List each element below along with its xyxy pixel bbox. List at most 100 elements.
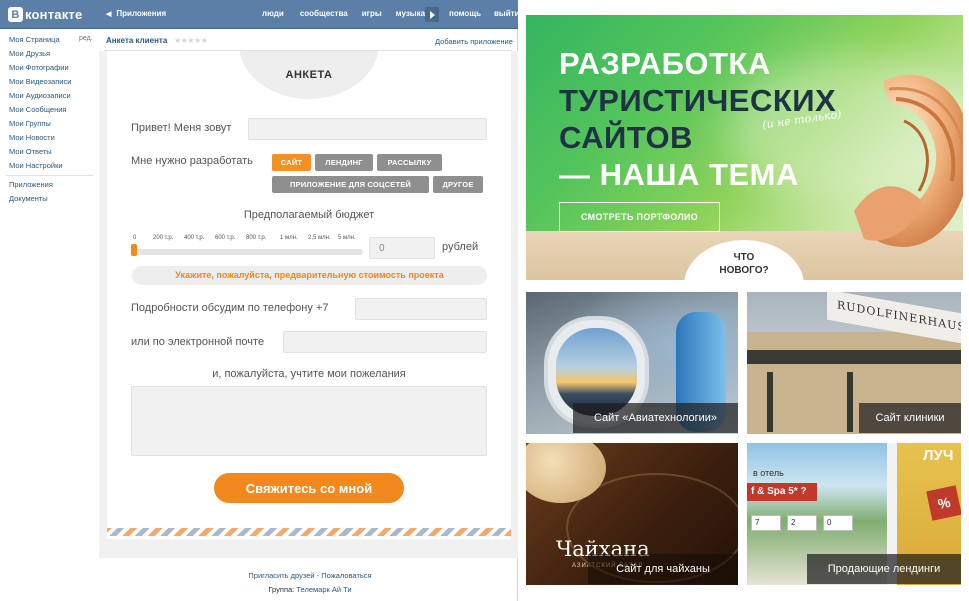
budget-tick: 1 млн. (280, 235, 298, 241)
vk-logo-icon: В (8, 7, 23, 22)
portfolio-tile-landings[interactable]: в отель f & Spa 5* ? 7 2 0 ЛУЧ % Продающ… (747, 443, 961, 585)
budget-tick: 200 т.р. (153, 235, 174, 241)
headline-line-2: ТУРИСТИЧЕСКИХ (559, 83, 837, 118)
nav-music[interactable]: музыка (396, 9, 425, 18)
sidebar-item-news[interactable]: Мои Новости (9, 133, 55, 142)
add-app-link[interactable]: Добавить приложение (435, 37, 513, 46)
canopy (747, 350, 961, 364)
budget-label: Предполагаемый бюджет (243, 209, 375, 221)
whats-new-line-1: ЧТО (733, 252, 755, 263)
portfolio-tile-aviation[interactable]: Сайт «Авиатехнологии» (526, 292, 738, 434)
discount-icon: % (926, 485, 961, 521)
tile-caption: Сайт для чайханы (588, 554, 738, 584)
sidebar-item-videos[interactable]: Мои Видеозаписи (9, 77, 71, 86)
form-title: АНКЕТА (285, 69, 333, 81)
budget-tick: 5 млн. (338, 235, 356, 241)
vk-window: В контакте ◀ Приложения люди сообщества и… (0, 0, 520, 601)
email-input[interactable] (283, 331, 487, 353)
sidebar-item-photos[interactable]: Мои Фотографии (9, 63, 69, 72)
nav-logout[interactable]: выйти (494, 9, 520, 18)
option-social-app-button[interactable]: ПРИЛОЖЕНИЕ ДЛЯ СОЦСЕТЕЙ (272, 176, 429, 193)
option-site-button[interactable]: САЙТ (272, 154, 311, 171)
budget-tick: 2,5 млн. (308, 235, 331, 241)
seashell-icon (854, 74, 963, 247)
vk-top-bar: В контакте ◀ Приложения люди сообщества и… (0, 0, 520, 29)
airmail-stripes (107, 528, 511, 536)
headline-line-4: — НАША ТЕМА (559, 157, 799, 192)
headline-line-3: САЙТОВ (559, 120, 693, 155)
currency-label: рублей (442, 241, 479, 253)
budget-input[interactable]: 0 (369, 237, 435, 259)
app-title[interactable]: Анкета клиента (106, 36, 167, 45)
group-link[interactable]: Телемарк Ай Ти (296, 585, 351, 594)
whats-new-line-2: НОВОГО? (719, 265, 769, 276)
group-prefix: Группа: (268, 585, 295, 594)
sidebar-item-answers[interactable]: Мои Ответы (9, 147, 52, 156)
name-label: Привет! Меня зовут (131, 122, 232, 134)
budget-tick: 600 т.р. (215, 235, 236, 241)
back-to-apps-label: Приложения (116, 9, 167, 18)
sidebar-item-friends[interactable]: Мои Друзья (9, 49, 50, 58)
contact-me-button[interactable]: Свяжитесь со мной (214, 473, 404, 503)
whats-new-label: ЧТО НОВОГО? (694, 251, 794, 277)
select-children[interactable]: 0 (823, 515, 853, 531)
budget-hint: Укажите, пожалуйста, предварительную сто… (132, 266, 487, 285)
pillar (847, 372, 853, 432)
sidebar-item-apps[interactable]: Приложения (9, 180, 53, 189)
portfolio-tile-clinic[interactable]: RUDOLFINERHAUS Сайт клиники (747, 292, 961, 434)
sidebar-item-messages[interactable]: Мои Сообщения (9, 105, 66, 114)
phone-input[interactable] (355, 298, 487, 320)
phone-label: Подробности обсудим по телефону +7 (131, 302, 329, 314)
develop-label: Мне нужно разработать (131, 155, 253, 167)
search-selects: 7 2 0 (747, 515, 867, 533)
vk-logo-text: контакте (25, 7, 83, 22)
portfolio-tile-teahouse[interactable]: Чайхана АЗИАТСКИЙ БАЗАР Сайт для чайханы (526, 443, 738, 585)
banner-title: f & Spa 5* ? (747, 483, 817, 501)
nav-help[interactable]: помощь (449, 9, 481, 18)
promo-corner-text: ЛУЧ (923, 447, 954, 464)
tile-caption: Продающие лендинги (807, 554, 961, 584)
option-mailing-button[interactable]: РАССЫЛКУ (377, 154, 442, 171)
tile-caption: Сайт клиники (859, 403, 961, 433)
select-nights[interactable]: 7 (751, 515, 781, 531)
vk-logo[interactable]: В контакте (8, 6, 82, 23)
name-input[interactable] (248, 118, 487, 140)
nav-people[interactable]: люди (262, 9, 284, 18)
portfolio-panel: РАЗРАБОТКА ТУРИСТИЧЕСКИХ САЙТОВ — НАША Т… (518, 0, 969, 601)
wishes-textarea[interactable] (131, 386, 487, 456)
sidebar-divider (6, 175, 94, 176)
view-portfolio-button[interactable]: СМОТРЕТЬ ПОРТФОЛИО (559, 202, 720, 232)
budget-slider-handle[interactable] (131, 244, 137, 256)
sidebar-item-my-page[interactable]: Моя Страница (9, 35, 60, 44)
budget-slider-track[interactable] (133, 249, 363, 255)
sidebar-item-audio[interactable]: Мои Аудиозаписи (9, 91, 71, 100)
tile-caption: Сайт «Авиатехнологии» (573, 403, 738, 433)
headline-line-1: РАЗРАБОТКА (559, 46, 771, 81)
sidebar-item-groups[interactable]: Мои Группы (9, 119, 51, 128)
option-landing-button[interactable]: ЛЕНДИНГ (315, 154, 373, 171)
nav-communities[interactable]: сообщества (300, 9, 348, 18)
budget-tick: 800 т.р. (246, 235, 267, 241)
sidebar-item-settings[interactable]: Мои Настройки (9, 161, 63, 170)
budget-tick: 400 т.р. (184, 235, 205, 241)
questionnaire-form: АНКЕТА Привет! Меня зовут Мне нужно разр… (107, 51, 511, 539)
back-to-apps-link[interactable]: ◀ Приложения (106, 9, 166, 18)
nav-games[interactable]: игры (362, 9, 382, 18)
budget-tick: 0 (133, 235, 137, 241)
sidebar-edit-link[interactable]: ред. (79, 35, 93, 42)
select-adults[interactable]: 2 (787, 515, 817, 531)
pillar (767, 372, 773, 432)
email-label: или по электронной почте (131, 336, 265, 348)
complain-link[interactable]: Пожаловаться (321, 571, 371, 580)
chevron-left-icon: ◀ (106, 11, 112, 18)
banner-top-text: в отель (753, 468, 784, 478)
invite-friends-link[interactable]: Пригласить друзей (248, 571, 314, 580)
sidebar-item-documents[interactable]: Документы (9, 194, 48, 203)
wishes-label: и, пожалуйста, учтите мои пожелания (212, 368, 406, 380)
vk-sidebar: ред. Моя Страница Мои Друзья Мои Фотогра… (0, 29, 98, 209)
top-nav: люди сообщества игры музыка (262, 9, 431, 18)
play-icon[interactable] (425, 7, 439, 22)
hero-banner: РАЗРАБОТКА ТУРИСТИЧЕСКИХ САЙТОВ — НАША Т… (526, 15, 963, 280)
option-other-button[interactable]: ДРУГОЕ (433, 176, 483, 193)
rating-stars-icon: ★★★★★ (174, 36, 208, 45)
